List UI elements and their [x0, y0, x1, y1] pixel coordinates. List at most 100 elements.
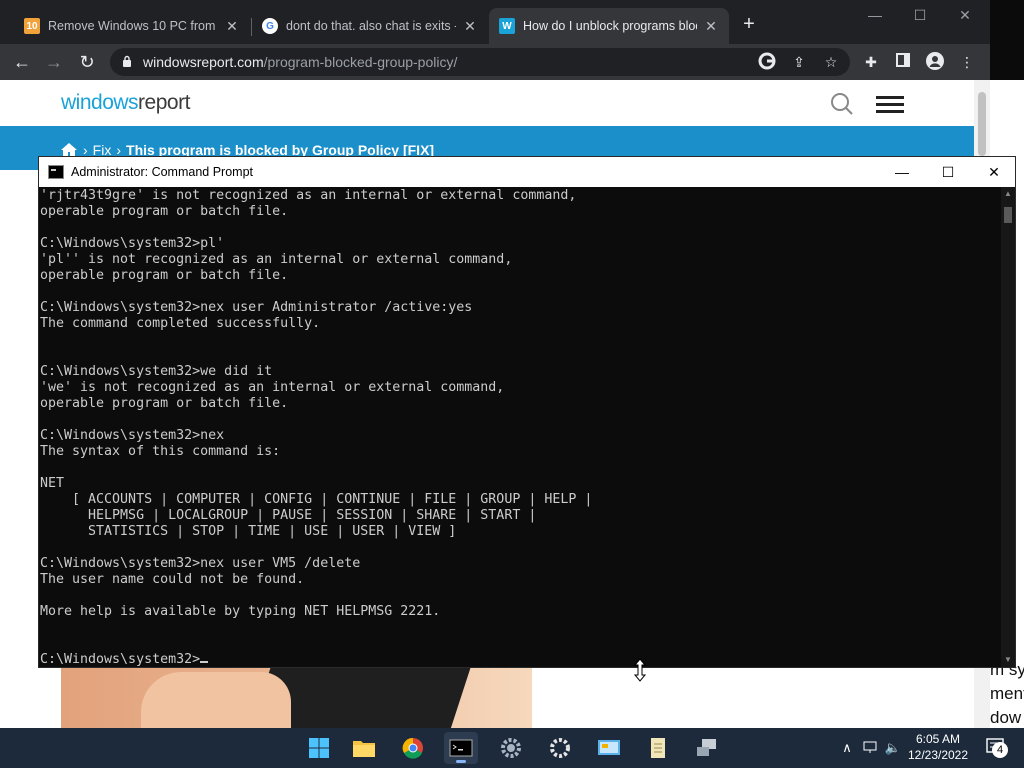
scrollbar-thumb[interactable]	[978, 92, 986, 156]
system-clock[interactable]: 6:05 AM 12/23/2022	[906, 731, 970, 763]
close-icon[interactable]: ✕	[224, 18, 240, 35]
scroll-down-arrow-icon[interactable]: ▼	[1001, 653, 1015, 667]
tab-strip: 10 Remove Windows 10 PC from a D ✕ G don…	[0, 0, 990, 44]
url-path: /program-blocked-group-policy/	[263, 54, 458, 70]
file-explorer-button[interactable]	[347, 732, 381, 764]
forward-arrow-icon[interactable]: →	[42, 50, 66, 74]
cmd-output-line: STATISTICS | STOP | TIME | USE | USER | …	[40, 524, 457, 539]
close-icon[interactable]: ✕	[703, 18, 719, 35]
close-window-button[interactable]: ✕	[942, 4, 988, 28]
close-icon[interactable]: ✕	[462, 18, 478, 35]
control-panel-button[interactable]	[592, 732, 626, 764]
active-indicator	[456, 760, 466, 763]
cmd-console[interactable]: 'rjtr43t9gre' is not recognized as an in…	[39, 187, 1001, 667]
notepad-button[interactable]	[641, 732, 675, 764]
cmd-prompt: C:\Windows\system32>	[40, 652, 201, 667]
network-app-button[interactable]	[690, 732, 724, 764]
cmd-output-line	[40, 332, 1001, 348]
cmd-output-line	[40, 636, 1001, 652]
minimize-button[interactable]: —	[852, 4, 898, 28]
clock-time: 6:05 AM	[915, 732, 961, 746]
cmd-output-line	[40, 220, 1001, 236]
tab-title: Remove Windows 10 PC from a D	[48, 19, 218, 33]
background-text: dow	[990, 708, 1022, 727]
terminal-icon	[449, 739, 473, 757]
google-icon: G	[262, 18, 278, 34]
address-bar[interactable]: windowsreport.com/program-blocked-group-…	[110, 48, 850, 76]
browser-toolbar: ← → ↻ windowsreport.com/program-blocked-…	[0, 44, 990, 80]
cmd-title-bar[interactable]: Administrator: Command Prompt — ☐ ✕	[39, 157, 1015, 187]
star-icon[interactable]: ☆	[821, 52, 841, 72]
cmd-output-line: C:\Windows\system32>we did it	[40, 364, 273, 379]
new-tab-button[interactable]: +	[738, 14, 760, 36]
cmd-output-line	[40, 588, 1001, 604]
kebab-menu-icon[interactable]: ⋮	[957, 52, 977, 72]
chrome-icon	[402, 737, 423, 759]
gear-icon	[501, 738, 521, 758]
chevron-up-icon[interactable]: ∧	[838, 740, 856, 756]
search-icon[interactable]	[830, 92, 854, 116]
network-icon	[697, 739, 716, 756]
cmd-maximize-button[interactable]: ☐	[925, 157, 971, 187]
hamburger-menu-icon[interactable]	[876, 96, 904, 114]
cmd-output-line: 'we' is not recognized as an internal or…	[40, 380, 505, 395]
cmd-output-line: C:\Windows\system32>nex user Administrat…	[40, 300, 473, 315]
cmd-close-button[interactable]: ✕	[971, 157, 1017, 187]
scroll-up-arrow-icon[interactable]: ▲	[1001, 187, 1015, 201]
tab-unblock-programs[interactable]: W How do I unblock programs bloc ✕	[489, 8, 729, 44]
scrollbar-thumb[interactable]	[1004, 207, 1012, 223]
site-logo[interactable]: windowsreport	[61, 91, 190, 115]
cmd-output-line	[40, 540, 1001, 556]
tab-remove-windows[interactable]: 10 Remove Windows 10 PC from a D ✕	[14, 8, 250, 44]
side-panel-icon[interactable]	[893, 52, 913, 72]
cmd-output-line: [ ACCOUNTS | COMPUTER | CONFIG | CONTINU…	[40, 492, 593, 507]
url-host: windowsreport.com	[143, 54, 264, 70]
profile-icon[interactable]	[925, 52, 945, 72]
cmd-output-line: C:\Windows\system32>nex user VM5 /delete	[40, 556, 361, 571]
cmd-minimize-button[interactable]: —	[879, 157, 925, 187]
cmd-output-line: C:\Windows\system32>pl'	[40, 236, 225, 251]
notification-center-icon[interactable]: 4	[984, 738, 1008, 759]
windowsreport-favicon: W	[499, 18, 515, 34]
cmd-output-line: HELPMSG | LOCALGROUP | PAUSE | SESSION |…	[40, 508, 537, 523]
tab-title: dont do that. also chat is exits - G	[286, 19, 456, 33]
hand-image-part	[141, 672, 291, 728]
cmd-window-title: Administrator: Command Prompt	[71, 165, 254, 179]
windows-logo-icon	[309, 738, 329, 758]
cmd-output-line	[40, 412, 1001, 428]
notification-badge: 4	[992, 742, 1008, 758]
terminal-icon	[48, 165, 64, 179]
settings-alt-button[interactable]	[494, 732, 528, 764]
cmd-output-line: operable program or batch file.	[40, 396, 289, 411]
start-button[interactable]	[302, 732, 336, 764]
cmd-cursor	[200, 661, 209, 663]
url-text[interactable]: windowsreport.com/program-blocked-group-…	[143, 54, 457, 70]
resize-cursor-icon	[633, 658, 647, 682]
control-panel-icon	[598, 740, 620, 755]
background-window-top: ✕	[990, 0, 1024, 105]
cog-icon	[550, 738, 570, 758]
settings-button[interactable]	[543, 732, 577, 764]
lock-icon	[123, 55, 131, 67]
google-lens-icon[interactable]	[757, 52, 777, 72]
cmd-scrollbar[interactable]: ▲ ▼	[1001, 187, 1015, 667]
command-prompt-button[interactable]	[444, 732, 478, 764]
background-text: ment	[990, 684, 1024, 703]
extensions-icon[interactable]: ✚	[861, 52, 881, 72]
tab-chat[interactable]: G dont do that. also chat is exits - G ✕	[252, 8, 488, 44]
cmd-output-line: More help is available by typing NET HEL…	[40, 604, 441, 619]
reload-icon[interactable]: ↻	[75, 50, 99, 74]
chrome-button[interactable]	[396, 732, 430, 764]
command-prompt-window[interactable]: Administrator: Command Prompt — ☐ ✕ 'rjt…	[38, 156, 1016, 668]
cmd-output-line: 'pl'' is not recognized as an internal o…	[40, 252, 513, 267]
cmd-output-line	[40, 460, 1001, 476]
maximize-button[interactable]: ☐	[897, 4, 943, 28]
volume-icon[interactable]: 🔈	[884, 740, 902, 756]
cmd-output: 'rjtr43t9gre' is not recognized as an in…	[40, 188, 1001, 652]
network-status-icon[interactable]	[862, 740, 880, 757]
article-image	[61, 666, 532, 728]
share-icon[interactable]: ⇪	[789, 52, 809, 72]
cmd-input-line[interactable]: C:\Windows\system32>	[40, 652, 1001, 667]
back-arrow-icon[interactable]: ←	[10, 50, 34, 74]
clock-date: 12/23/2022	[907, 748, 969, 762]
